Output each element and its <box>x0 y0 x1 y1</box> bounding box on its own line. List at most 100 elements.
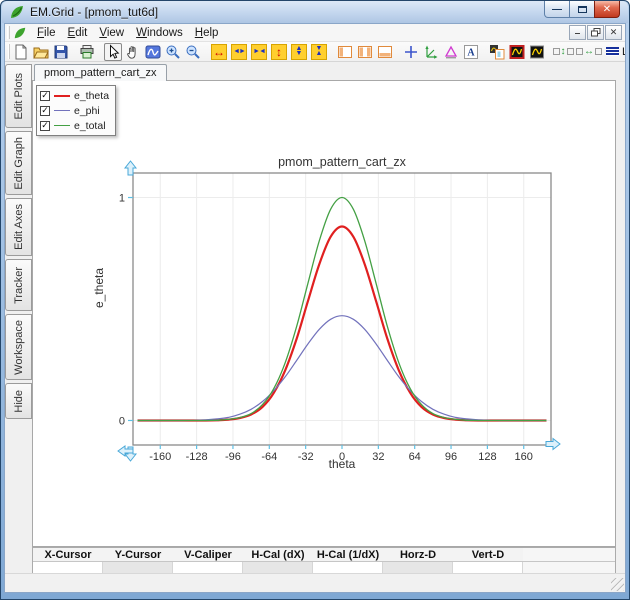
legend-checkbox-e_theta[interactable]: ✓ <box>40 90 50 101</box>
svg-text:A: A <box>467 47 475 58</box>
legend-label: e_phi <box>74 104 100 117</box>
document-tab[interactable]: pmom_pattern_cart_zx <box>34 64 167 81</box>
document-area: pmom_pattern_cart_zx ✓ e_theta ✓ e_phi ✓ e_to… <box>31 62 625 577</box>
menu-help[interactable]: Help <box>189 25 225 41</box>
pan-tool-icon[interactable] <box>124 43 142 61</box>
x-tick-label: -128 <box>186 451 208 463</box>
waveform-style-icon[interactable] <box>528 43 546 61</box>
readout-col-v-caliper: V-Caliper <box>184 549 232 561</box>
readout-col-x-cursor: X-Cursor <box>44 549 92 561</box>
fit-view-icon[interactable] <box>144 43 162 61</box>
new-document-icon[interactable] <box>12 43 30 61</box>
sidebar-tab-label: Tracker <box>12 266 25 304</box>
mdi-minimize-button[interactable]: ‒ <box>569 25 586 40</box>
crosshair-cursor-icon[interactable] <box>402 43 420 61</box>
minimize-button[interactable]: — <box>544 1 570 18</box>
spread-y-icon[interactable]: ▲ ▼ <box>290 43 308 61</box>
text-annotation-icon[interactable]: A <box>462 43 480 61</box>
axes-tool-icon[interactable] <box>422 43 440 61</box>
x-tick-label: 128 <box>478 451 496 463</box>
y-axis-label: e_theta <box>92 268 106 308</box>
link-vertical-icon[interactable]: ↕ <box>552 43 574 61</box>
app-logo-icon <box>11 6 23 18</box>
expand-x-icon[interactable]: ↔ <box>210 43 228 61</box>
legend-label: e_total <box>74 119 106 132</box>
sidebar-tab-tracker[interactable]: Tracker <box>5 259 32 311</box>
mdi-restore-button[interactable] <box>587 25 604 40</box>
link-horizontal-icon[interactable]: ↔ <box>576 43 602 61</box>
legend-label: e_theta <box>74 89 110 102</box>
client-area: File Edit View Windows Help ‒ ✕ ↔ ◄► ►◄ ↕ ▲ ▼ ▼ ▲ A ↕… <box>4 23 626 593</box>
app-window: EM.Grid - [pmom_tut6d] — ✕ File Edit View W… <box>0 0 630 600</box>
zoom-in-icon[interactable] <box>164 43 182 61</box>
zoom-out-icon[interactable] <box>184 43 202 61</box>
menu-file[interactable]: File <box>31 25 62 41</box>
mdi-controls: ‒ ✕ <box>569 25 622 40</box>
panel-hsplit-icon[interactable] <box>376 43 394 61</box>
plot-legend: ✓ e_theta ✓ e_phi ✓ e_total <box>36 85 117 136</box>
window-title: EM.Grid - [pmom_tut6d] <box>30 5 159 19</box>
x-tick-label: -32 <box>298 451 314 463</box>
status-bar <box>5 573 625 592</box>
select-tool-icon[interactable] <box>104 42 122 61</box>
readout-col-y-cursor: Y-Cursor <box>114 549 162 561</box>
sidebar-tab-workspace[interactable]: Workspace <box>5 314 32 380</box>
sidebar-tab-label: Hide <box>12 389 25 413</box>
x-tick-label: 160 <box>515 451 533 463</box>
toolbar: ↔◄►►◄↕▲▼▼▲A↕↔Layout <box>5 42 625 62</box>
save-file-icon[interactable] <box>52 43 70 61</box>
compress-y-icon[interactable]: ▼ ▲ <box>310 43 328 61</box>
menu-edit[interactable]: Edit <box>62 25 94 41</box>
open-file-icon[interactable] <box>32 43 50 61</box>
x-tick-label: -96 <box>225 451 241 463</box>
panel-vsplit-icon[interactable] <box>356 43 374 61</box>
layout-icon[interactable]: Layout <box>606 43 625 61</box>
toolbar-grip <box>8 43 10 60</box>
readout-col-vert-d: Vert-D <box>471 549 505 561</box>
x-axis-label: theta <box>329 457 356 471</box>
title-bar: EM.Grid - [pmom_tut6d] — ✕ <box>2 1 628 23</box>
document-icon <box>14 27 26 38</box>
legend-checkbox-e_phi[interactable]: ✓ <box>40 105 50 116</box>
maximize-button[interactable] <box>569 1 595 18</box>
print-icon[interactable] <box>78 43 96 61</box>
resize-grip[interactable] <box>611 578 624 591</box>
document-tabstrip: pmom_pattern_cart_zx <box>31 62 625 81</box>
axis-handle-right-icon[interactable] <box>545 437 561 451</box>
chart[interactable]: -160 -128 -96 -64 -32 0 32 64 96 128 160 0 1 pmom_pat… <box>33 81 615 546</box>
chart-title: pmom_pattern_cart_zx <box>278 155 407 169</box>
legend-line-sample <box>54 94 70 97</box>
caliper-tool-icon[interactable] <box>442 43 460 61</box>
expand-y-icon[interactable]: ↕ <box>270 43 288 61</box>
readout-header-row: X-Cursor Y-Cursor V-Caliper H-Cal (dX) H-Cal… <box>33 548 615 562</box>
sidebar-tab-hide[interactable]: Hide <box>5 383 32 419</box>
y-tick-label: 0 <box>119 415 125 427</box>
sidebar-tab-label: Edit Graph <box>12 136 25 190</box>
sidebar-tabs: Edit Plots Edit Graph Edit Axes Tracker Work… <box>5 62 32 573</box>
sidebar-tab-edit-plots[interactable]: Edit Plots <box>5 64 32 128</box>
readout-filler <box>523 548 615 561</box>
menu-windows[interactable]: Windows <box>130 25 189 41</box>
waveform-style-active-icon[interactable] <box>508 43 526 61</box>
sidebar-tab-edit-axes[interactable]: Edit Axes <box>5 198 32 256</box>
legend-item-e_theta: ✓ e_theta <box>40 88 109 103</box>
x-tick-label: 32 <box>372 451 384 463</box>
menu-bar: File Edit View Windows Help ‒ ✕ <box>5 24 625 42</box>
sidebar-tab-edit-graph[interactable]: Edit Graph <box>5 131 32 195</box>
compress-x-icon[interactable]: ►◄ <box>250 43 268 61</box>
plot-canvas[interactable]: ✓ e_theta ✓ e_phi ✓ e_total -160 -128 -96 -64 -32… <box>32 80 616 547</box>
main-area: Edit Plots Edit Graph Edit Axes Tracker Work… <box>5 62 625 577</box>
close-button[interactable]: ✕ <box>594 1 620 18</box>
menu-items: File Edit View Windows Help <box>31 25 224 41</box>
legend-item-e_phi: ✓ e_phi <box>40 103 109 118</box>
readout-col-h-cal-dx-: H-Cal (dX) <box>251 549 305 561</box>
legend-line-sample <box>54 125 70 126</box>
spread-x-icon[interactable]: ◄► <box>230 43 248 61</box>
sidebar-tab-label: Edit Axes <box>12 204 25 250</box>
panel-left-icon[interactable] <box>336 43 354 61</box>
menu-view[interactable]: View <box>93 25 130 41</box>
legend-checkbox-e_total[interactable]: ✓ <box>40 120 50 131</box>
mdi-close-button[interactable]: ✕ <box>605 25 622 40</box>
y-tick-label: 1 <box>119 193 125 205</box>
copy-plot-icon[interactable] <box>488 43 506 61</box>
